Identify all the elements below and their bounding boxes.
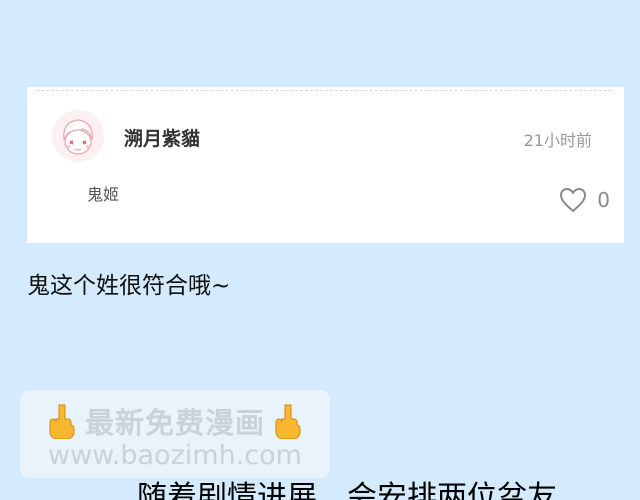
pointing-hand-icon (275, 404, 301, 439)
pointing-hand-icon (49, 404, 75, 439)
watermark-title-row: 最新免费漫画 (20, 400, 330, 442)
caption-text: 鬼这个姓很符合哦~ (27, 273, 231, 299)
comment-timestamp: 21小时前 (523, 131, 592, 150)
card-divider (36, 90, 612, 91)
bottom-caption: 随着剧情进展，会安排两位盆友 (137, 480, 557, 500)
avatar[interactable] (52, 110, 104, 162)
avatar-image (52, 110, 104, 162)
watermark-title: 最新免费漫画 (84, 406, 265, 440)
username[interactable]: 溯月紫貓 (124, 124, 200, 151)
like-button[interactable]: 0 (559, 186, 610, 214)
comment-text: 鬼姬 (87, 185, 120, 204)
watermark-url: www.baozimh.com (48, 440, 302, 471)
heart-icon (560, 187, 587, 213)
comment-card: 溯月紫貓 21小时前 鬼姬 0 (27, 87, 624, 243)
like-count: 0 (597, 188, 610, 212)
watermark: 最新免费漫画 www.baozimh.com (20, 390, 330, 478)
